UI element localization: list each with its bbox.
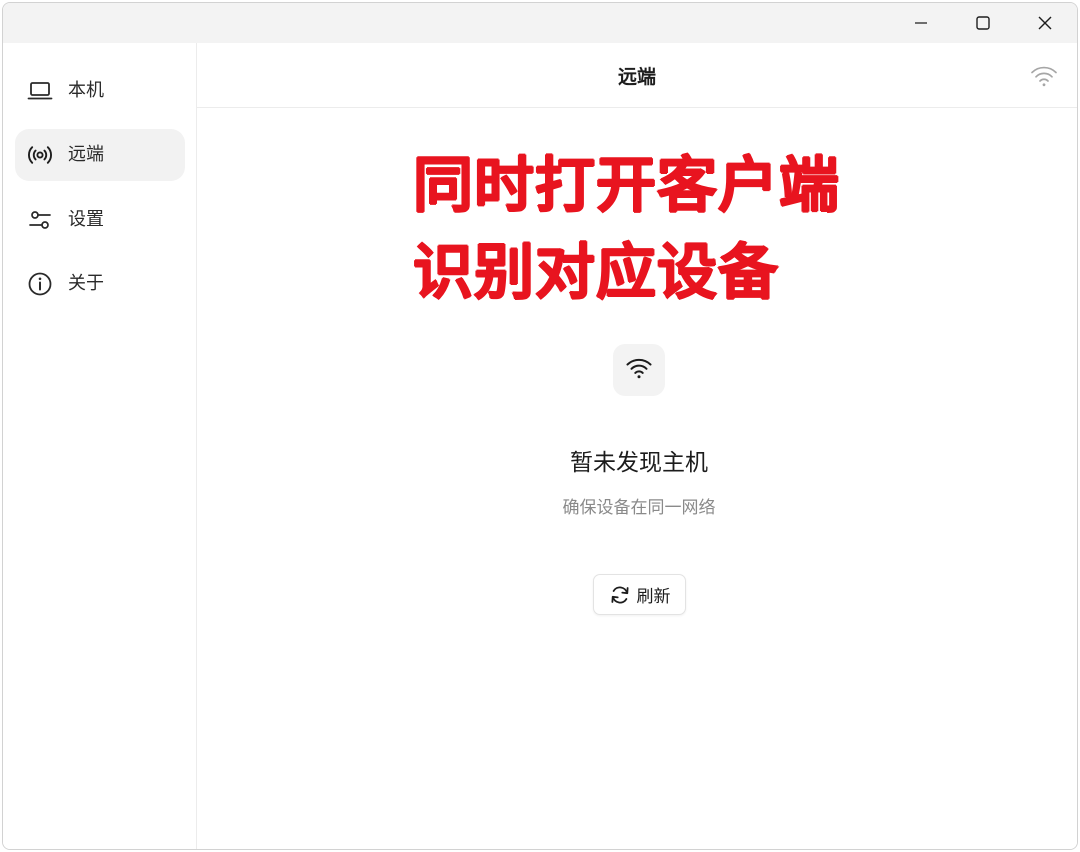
sidebar-item-label: 关于 (68, 273, 104, 294)
wifi-icon (625, 355, 653, 385)
info-icon (27, 271, 53, 297)
broadcast-icon (27, 142, 53, 168)
laptop-icon (27, 78, 53, 104)
close-button[interactable] (1015, 3, 1075, 43)
sidebar-item-settings[interactable]: 设置 (15, 194, 185, 246)
app-window: 本机 远端 设置 关于 远端 同时打开客户端 识别对应设备 暂未发现主机 确保设… (2, 2, 1078, 850)
refresh-button[interactable]: 刷新 (593, 574, 686, 615)
sidebar: 本机 远端 设置 关于 (3, 43, 197, 849)
sidebar-item-about[interactable]: 关于 (15, 258, 185, 310)
close-icon (1038, 16, 1052, 30)
wifi-status-icon (1029, 63, 1059, 89)
main-panel: 远端 同时打开客户端 识别对应设备 暂未发现主机 确保设备在同一网络 刷新 (197, 43, 1077, 849)
sidebar-item-remote[interactable]: 远端 (15, 129, 185, 181)
sidebar-item-label: 本机 (68, 80, 104, 101)
empty-state-subtitle: 确保设备在同一网络 (562, 498, 716, 518)
annotation-line-2: 识别对应设备 (413, 238, 779, 308)
sliders-icon (27, 207, 53, 233)
annotation-line-1: 同时打开客户端 (413, 151, 840, 221)
page-header: 远端 (197, 43, 1077, 108)
empty-state-title: 暂未发现主机 (570, 450, 708, 476)
maximize-button[interactable] (953, 3, 1013, 43)
sidebar-item-local[interactable]: 本机 (15, 65, 185, 117)
title-bar (3, 3, 1077, 43)
maximize-icon (976, 16, 990, 30)
refresh-button-label: 刷新 (636, 587, 671, 607)
sidebar-item-label: 远端 (68, 144, 104, 165)
empty-state-icon-box (613, 344, 665, 396)
sidebar-item-label: 设置 (68, 209, 104, 230)
annotation-overlay: 同时打开客户端 识别对应设备 (413, 143, 973, 317)
page-title: 远端 (617, 66, 656, 88)
minimize-button[interactable] (891, 3, 951, 43)
minimize-icon (915, 22, 927, 24)
refresh-icon (609, 584, 631, 606)
